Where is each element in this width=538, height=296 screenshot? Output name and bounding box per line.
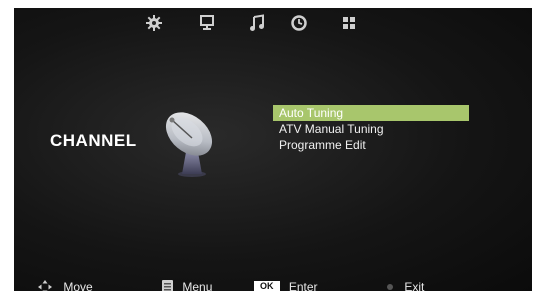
tv-menu-screen: CHANNEL Auto Tuning ATV Manual Tuning Pr… xyxy=(14,8,532,291)
grid-icon[interactable] xyxy=(340,14,358,32)
music-note-icon[interactable] xyxy=(248,14,266,32)
exit-key-icon xyxy=(387,283,393,290)
dpad-icon xyxy=(38,279,52,291)
channel-menu: Auto Tuning ATV Manual Tuning Programme … xyxy=(273,105,469,153)
ok-key-badge: OK xyxy=(254,281,280,291)
monitor-icon[interactable] xyxy=(198,14,216,32)
menu-item-atv-manual-tuning[interactable]: ATV Manual Tuning xyxy=(273,121,469,137)
exit-hint: Exit xyxy=(385,279,424,291)
menu-item-auto-tuning[interactable]: Auto Tuning xyxy=(273,105,469,121)
menu-hint: Menu xyxy=(162,279,212,291)
enter-hint: OK Enter xyxy=(254,279,318,291)
move-hint: Move xyxy=(38,279,93,291)
menu-key-icon xyxy=(162,280,173,291)
clock-icon[interactable] xyxy=(290,14,308,32)
menu-item-programme-edit[interactable]: Programme Edit xyxy=(273,137,469,153)
footer-hints: Move Menu OK Enter Exit xyxy=(14,276,532,291)
top-menu-bar xyxy=(14,12,532,34)
menu-label: Menu xyxy=(182,279,213,291)
satellite-dish-icon xyxy=(158,102,226,178)
enter-label: Enter xyxy=(288,279,318,291)
move-label: Move xyxy=(63,279,93,291)
section-title: CHANNEL xyxy=(50,131,137,150)
exit-label: Exit xyxy=(404,279,425,291)
picture-settings-icon[interactable] xyxy=(145,14,163,32)
